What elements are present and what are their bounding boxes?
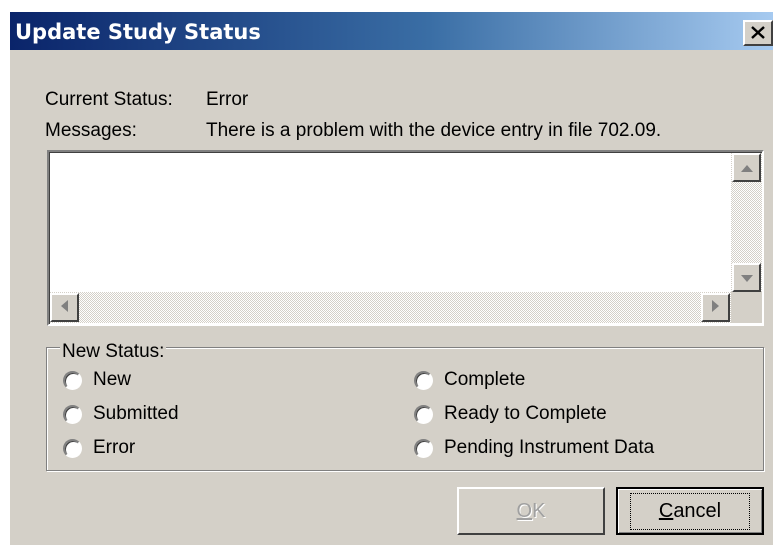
radio-label: Submitted [93, 403, 179, 424]
scroll-up-button[interactable] [732, 153, 761, 182]
radio-error[interactable]: Error [63, 435, 135, 461]
horizontal-scrollbar[interactable] [50, 292, 731, 323]
radio-button-icon [63, 404, 82, 424]
close-button[interactable] [743, 20, 773, 46]
arrow-right-icon [712, 300, 719, 315]
radio-button-icon [63, 370, 82, 390]
radio-button-icon [414, 404, 433, 424]
radio-button-icon [414, 370, 433, 390]
new-status-group-label: New Status: [60, 341, 167, 363]
window-title: Update Study Status [15, 20, 261, 44]
scroll-right-button[interactable] [701, 293, 730, 322]
radio-new[interactable]: New [63, 367, 131, 393]
messages-text: There is a problem with the device entry… [206, 120, 662, 141]
radio-label: Ready to Complete [444, 403, 607, 424]
close-icon [745, 26, 771, 39]
messages-label: Messages: [45, 120, 137, 141]
radio-label: Complete [444, 369, 526, 390]
scroll-left-button[interactable] [50, 293, 79, 322]
arrow-up-icon [740, 161, 753, 175]
radio-complete[interactable]: Complete [414, 367, 525, 393]
radio-label: New [93, 369, 132, 390]
arrow-down-icon [740, 271, 753, 285]
radio-label: Pending Instrument Data [444, 437, 655, 458]
radio-submitted[interactable]: Submitted [63, 401, 179, 427]
radio-button-icon [63, 438, 82, 458]
title-bar[interactable]: Update Study Status [10, 12, 773, 50]
update-study-status-dialog: Update Study Status Current Status: Erro… [10, 12, 773, 545]
cancel-button-label: Cancel [629, 492, 751, 530]
radio-pending-instrument-data[interactable]: Pending Instrument Data [414, 435, 654, 461]
current-status-value: Error [206, 89, 249, 110]
messages-textarea[interactable] [47, 150, 764, 326]
vertical-scrollbar[interactable] [731, 153, 762, 292]
ok-button-label: OK [516, 499, 546, 522]
arrow-left-icon [61, 300, 68, 315]
scroll-down-button[interactable] [732, 263, 761, 292]
radio-label: Error [93, 437, 136, 458]
scrollbar-corner [731, 292, 762, 323]
current-status-label: Current Status: [45, 89, 173, 110]
ok-button[interactable]: OK [457, 487, 605, 535]
cancel-button[interactable]: Cancel [616, 487, 764, 535]
radio-ready-to-complete[interactable]: Ready to Complete [414, 401, 607, 427]
radio-button-icon [414, 438, 433, 458]
